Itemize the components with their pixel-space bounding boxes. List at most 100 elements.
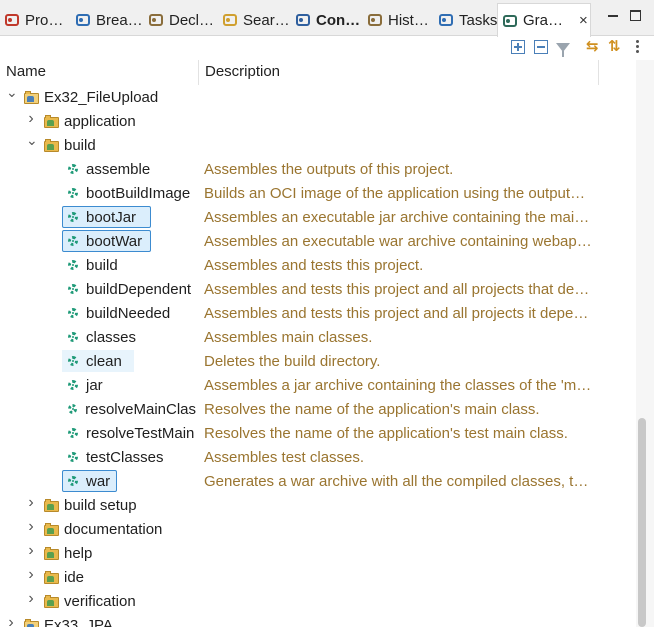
expand-arrow-icon[interactable]: › [26,494,36,512]
link-with-selection-icon[interactable]: ⇅ [608,37,622,55]
task-row[interactable]: buildNeeded Assembles and tests this proj… [0,301,636,325]
task-group-row[interactable]: › ide [0,565,636,589]
tab-gradle[interactable]: Gra… × [497,3,591,37]
tree-item-name: buildDependent [68,279,196,299]
tree-item-name: testClasses [68,447,196,467]
view-menu-icon[interactable] [636,40,640,54]
task-description: Resolves the name of the application's m… [204,401,540,418]
gradle-task-icon [68,476,78,486]
collapse-arrow-icon[interactable]: ⌄ [26,132,38,149]
console-icon [295,12,311,28]
scrollbar-thumb[interactable] [638,418,646,627]
gradle-task-icon [68,188,78,198]
task-description: Assembles the outputs of this project. [204,161,454,178]
tree-item-name: war [68,471,196,491]
tree-item-label: application [64,112,136,130]
task-row[interactable]: buildDependent Assembles and tests this p… [0,277,636,301]
name-column-header[interactable]: Name [6,63,46,80]
tree-item-label: bootJar [86,208,137,226]
view-tab-bar: Pro… Brea… Decl… Sear… Con… Hist… Tasks Gra… × [0,0,654,37]
column-divider[interactable] [598,60,599,85]
task-group-row[interactable]: › verification [0,589,636,613]
tree-item-label: bootWar [86,232,143,250]
task-group-row[interactable]: › application [0,109,636,133]
task-row[interactable]: build Assembles and tests this project. [0,253,636,277]
task-row[interactable]: assemble Assembles the outputs of this pr… [0,157,636,181]
tree-item-label: buildNeeded [86,304,171,322]
tree-item-name: resolveTestMain [68,423,196,443]
expand-arrow-icon[interactable]: › [26,590,36,608]
task-group-row[interactable]: › help [0,541,636,565]
task-group-row[interactable]: ⌄ build [0,132,636,157]
expand-arrow-icon[interactable]: › [26,110,36,128]
gradle-task-icon [68,260,78,270]
tree-item-name: build [68,255,196,275]
tab-history[interactable]: Hist… [365,4,431,36]
task-folder-icon [44,114,60,128]
tab-label: Gra… [523,12,564,29]
tree-item-name: application [44,111,196,131]
task-row[interactable]: resolveTestMain Resolves the name of the … [0,421,636,445]
expand-all-icon[interactable] [511,40,525,54]
tree-item-label: resolveMainClas [85,400,196,418]
task-row[interactable]: classes Assembles main classes. [0,325,636,349]
task-row[interactable]: bootBuildImage Builds an OCI image of the… [0,181,636,205]
tab-search[interactable]: Sear… [220,4,290,36]
tab-declaration[interactable]: Decl… [146,4,216,36]
tree-item-label: classes [86,328,137,346]
task-description: Resolves the name of the application's t… [204,425,568,442]
tab-label: Hist… [388,11,429,29]
gradle-task-icon [68,212,78,222]
task-row[interactable]: testClasses Assembles test classes. [0,445,636,469]
tree-item-label: testClasses [86,448,164,466]
gradle-task-icon [68,380,78,390]
tab-console[interactable]: Con… [293,4,361,36]
tree-item-name: Ex32_FileUpload [24,87,196,107]
task-folder-icon [44,594,60,608]
task-description: Generates a war archive with all the com… [204,473,589,490]
tree-item-label: clean [86,352,122,370]
description-column-header[interactable]: Description [205,63,280,80]
collapse-arrow-icon[interactable]: ⌄ [6,85,18,101]
history-icon [367,12,383,28]
tree-item-label: bootBuildImage [86,184,191,202]
refresh-icon[interactable]: ⇆ [586,37,600,55]
tab-tasks[interactable]: Tasks [436,4,498,36]
filter-icon[interactable] [556,43,570,57]
tree-item-name: build [44,135,196,155]
task-row[interactable]: war Generates a war archive with all the … [0,469,636,493]
task-row[interactable]: jar Assembles a jar archive containing th… [0,373,636,397]
task-row[interactable]: resolveMainClas Resolves the name of the … [0,397,636,421]
tree-item-label: verification [64,592,136,610]
tab-label: Tasks [459,11,498,29]
tab-project-explorer[interactable]: Pro… [2,4,68,36]
expand-arrow-icon[interactable]: › [26,542,36,560]
task-group-row[interactable]: › documentation [0,517,636,541]
expand-arrow-icon[interactable]: › [26,566,36,584]
column-divider[interactable] [198,60,199,85]
task-group-row[interactable]: › build setup [0,493,636,517]
collapse-all-icon[interactable] [534,40,548,54]
task-row[interactable]: bootWar Assembles an executable war archi… [0,229,636,253]
project-row[interactable]: › Ex33_JPA [0,613,636,627]
task-description: Builds an OCI image of the application u… [204,185,586,202]
expand-arrow-icon[interactable]: › [6,614,16,627]
gradle-task-icon [68,356,78,366]
maximize-button[interactable] [630,10,641,21]
project-row[interactable]: ⌄ Ex32_FileUpload [0,85,636,109]
task-row[interactable]: bootJar Assembles an executable jar archi… [0,205,636,229]
breakpoints-icon [75,12,91,28]
tasks-icon [438,12,454,28]
search-icon [222,12,238,28]
expand-arrow-icon[interactable]: › [26,518,36,536]
tab-label: Pro… [25,11,64,29]
tree-item-label: war [86,472,111,490]
gradle-task-icon [68,452,78,462]
tree-item-name: bootJar [68,207,196,227]
close-tab-icon[interactable]: × [579,12,588,29]
tab-label: Sear… [243,11,290,29]
tab-breakpoints[interactable]: Brea… [73,4,143,36]
task-row[interactable]: clean Deletes the build directory. [0,349,636,373]
tree-item-label: build setup [64,496,137,514]
minimize-button[interactable] [608,15,618,17]
